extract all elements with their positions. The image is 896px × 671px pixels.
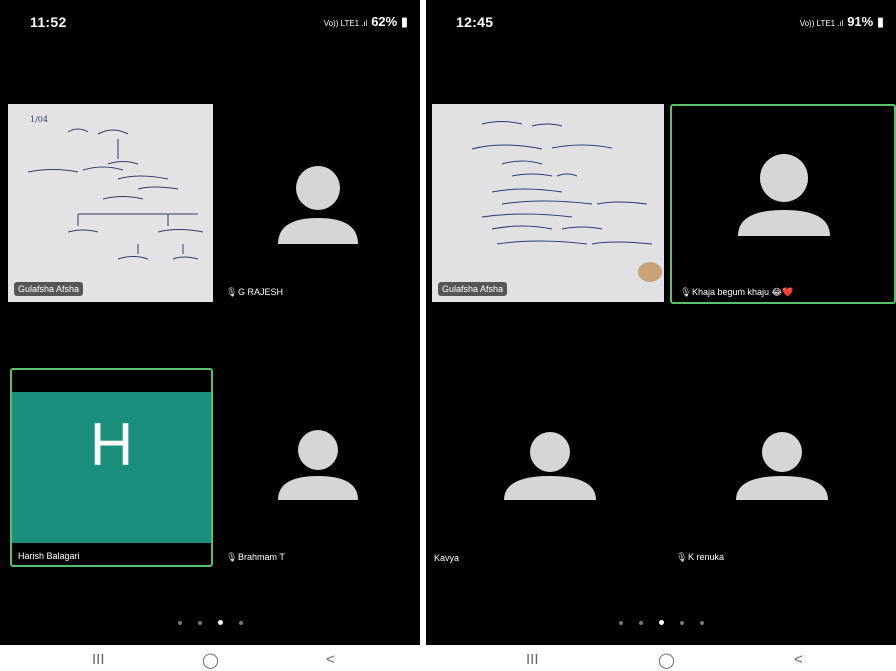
battery-level: 62% [371,14,398,29]
page-dot[interactable] [679,621,684,625]
right-screen: 12:45 Vo)) LTE1 .ıl 91% ▮ Gulafsha Afsha… [426,0,896,645]
avatar-placeholder-icon [278,166,358,244]
mic-muted-icon: 🎙 [680,287,692,297]
home-button[interactable]: ◯ [202,651,219,669]
handwritten-notes-image: 1/04 [8,104,213,302]
avatar-placeholder-icon [738,154,830,236]
participant-name: Gulafsha Afsha [14,282,84,296]
participant-tile-gulafsha[interactable]: Gulafsha Afsha [432,104,664,302]
participant-tile-gulafsha[interactable]: 1/04 Gulafsha Afsha [8,104,213,302]
page-dot[interactable] [177,621,182,625]
nav-bar-right: III ◯ < [426,645,896,671]
page-dot-active[interactable] [217,620,223,625]
handwritten-notes-image [432,104,664,302]
battery-level: 91% [847,14,874,29]
status-bar: 12:45 Vo)) LTE1 .ıl 91% ▮ [426,0,896,40]
nav-bar-left: III ◯ < [0,645,420,671]
participant-tile-harish[interactable]: H Harish Balagari [10,368,213,567]
page-indicator[interactable] [0,612,420,630]
participant-name: 🎙K renuka [676,552,725,562]
participant-name: Gulafsha Afsha [438,282,508,296]
page-dot[interactable] [638,621,643,625]
participant-name: 🎙Khaja begum khaju 😂❤️ [680,287,794,297]
network-signal: Vo)) LTE1 .ıl [323,19,368,28]
recents-button[interactable]: III [526,651,539,668]
home-button[interactable]: ◯ [658,651,675,669]
status-icons: Vo)) LTE1 .ıl 62% ▮ [324,14,408,30]
battery-icon: ▮ [400,14,408,29]
avatar-placeholder-icon [736,432,828,500]
participant-name: Harish Balagari [18,551,80,561]
page-dot[interactable] [618,621,623,625]
back-button[interactable]: < [794,651,803,668]
page-dot-active[interactable] [658,620,664,625]
participant-tile-kavya[interactable]: Kavya [432,368,664,567]
status-time: 11:52 [30,14,67,30]
back-button[interactable]: < [326,651,335,668]
participant-tile-khaja[interactable]: 🎙Khaja begum khaju 😂❤️ [670,104,896,304]
page-dot[interactable] [699,621,704,625]
status-bar: 11:52 Vo)) LTE1 .ıl 62% ▮ [0,0,420,40]
left-screen: 11:52 Vo)) LTE1 .ıl 62% ▮ 1/04 Gulafsha … [0,0,420,645]
page-dot[interactable] [238,621,243,625]
mic-muted-icon: 🎙 [226,287,238,297]
participant-name: 🎙Brahmam T [226,552,285,562]
page-indicator[interactable] [426,612,896,630]
participant-tile-g-rajesh[interactable]: 🎙G RAJESH [218,104,420,302]
status-time: 12:45 [456,14,494,30]
avatar-placeholder-icon [278,430,358,500]
hand-shape [638,262,662,282]
avatar-placeholder-icon [504,432,596,500]
participant-tile-k-renuka[interactable]: 🎙K renuka [670,368,896,567]
mic-muted-icon: 🎙 [676,552,688,562]
status-icons: Vo)) LTE1 .ıl 91% ▮ [800,14,884,30]
mic-muted-icon: 🎙 [226,552,238,562]
battery-icon: ▮ [876,14,884,29]
svg-text:1/04: 1/04 [30,115,48,124]
participant-name: 🎙G RAJESH [226,287,284,297]
participant-name: Kavya [434,553,460,563]
recents-button[interactable]: III [92,651,105,668]
page-dot[interactable] [197,621,202,625]
network-signal: Vo)) LTE1 .ıl [799,19,844,28]
participant-tile-brahmam[interactable]: 🎙Brahmam T [218,368,420,567]
initial-letter: H [89,411,134,478]
